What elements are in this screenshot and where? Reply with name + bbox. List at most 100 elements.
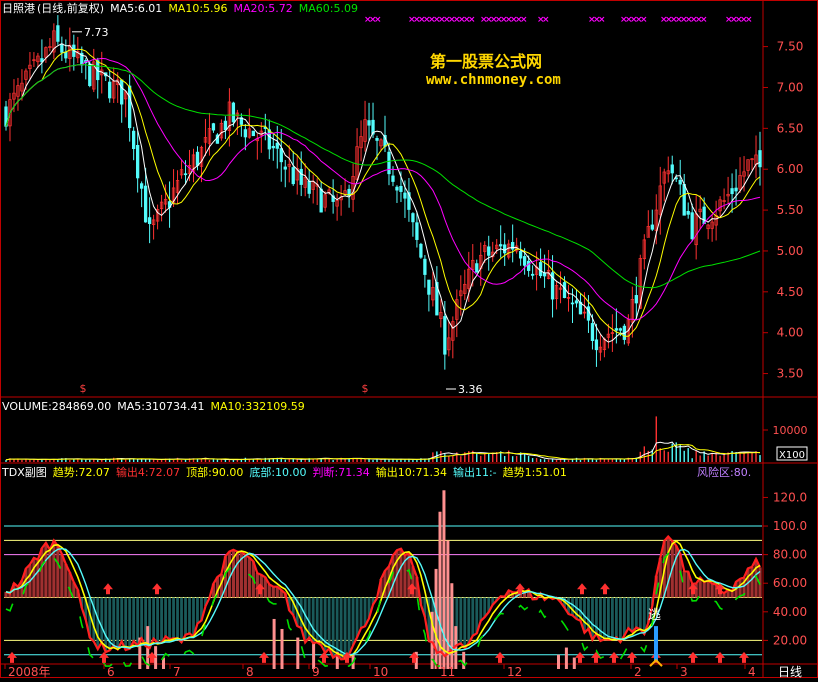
candle-body (88, 63, 92, 87)
candle-body (403, 192, 407, 199)
candle-body (570, 302, 575, 305)
buy-arrow-icon (627, 651, 637, 663)
period-label: 日线 (778, 665, 802, 678)
buy-arrow-icon (688, 651, 698, 663)
indicator-tick-label: 40.00 (773, 605, 807, 619)
ma5-line (5, 43, 761, 343)
candle-body (634, 295, 638, 304)
risk-zone-label: 风险区:80. (697, 466, 752, 479)
candle-body (375, 137, 379, 141)
ma60-line (5, 64, 761, 289)
low-price-label: 3.36 (458, 383, 483, 396)
volume-ma5: MA5:310734.41 (117, 400, 205, 413)
indicator-tick-label: 120.0 (773, 490, 807, 504)
event-dollar-icon: $ (80, 382, 87, 395)
signal-cross-icon: × (542, 15, 550, 25)
candle-body (231, 102, 236, 123)
candle-body (128, 85, 132, 129)
signal-cross-icon: × (598, 15, 606, 25)
ma10-value: MA10:5.96 (168, 2, 228, 15)
candle-body (223, 120, 228, 131)
buy-arrow-icon (600, 583, 610, 595)
signal-cross-icon: × (374, 15, 382, 25)
candle-body (243, 129, 248, 138)
candle-body (132, 130, 136, 150)
ma20-value: MA20:5.72 (233, 2, 293, 15)
signal-markers: ××× ××××××××××××× ××××××××× ×× ××× ××××× ×××××… (364, 15, 753, 25)
candle-body (427, 279, 431, 295)
pink-spike (564, 647, 568, 669)
indicator-top: 顶部:90.00 (186, 466, 244, 479)
volume-value: VOLUME:284869.00 (2, 400, 112, 413)
candle-body (499, 244, 503, 247)
buy-arrow-icon (739, 651, 749, 663)
volume-unit-label: X100 (779, 450, 805, 461)
signal-cross-icon: × (745, 15, 753, 25)
ma20-line (5, 57, 761, 321)
signal-cross-icon: × (640, 15, 648, 25)
candle-body (275, 142, 279, 149)
candle-body (419, 243, 423, 258)
watermark: 第一股票公式网 www.chnmoney.com (426, 48, 561, 88)
candle-body (522, 256, 527, 266)
price-tick-label: 6.50 (777, 121, 804, 135)
indicator-tick-label: 60.00 (773, 576, 807, 590)
candle-body (147, 217, 152, 224)
candle-body (251, 130, 255, 137)
volume-ma10: MA10:332109.59 (210, 400, 305, 413)
signal-cross-icon: × (520, 15, 528, 25)
buy-arrow-icon (259, 651, 269, 663)
indicator-name: TDX副图 (2, 466, 47, 479)
candle-body (518, 251, 523, 259)
candle-body (590, 323, 595, 342)
volume-tick-label: 10000 (773, 424, 808, 437)
xaxis-label: 9 (312, 665, 320, 678)
main-chart-legend: 日照港 (日线,前复权) MA5:6.01 MA10:5.96 MA20:5.72 MA6… (2, 1, 364, 17)
pink-spike (296, 637, 300, 669)
xaxis-label: 2 (634, 665, 642, 678)
candle-body (690, 212, 694, 240)
candle-body (530, 273, 535, 276)
candle-body (702, 206, 706, 225)
candle-body (614, 328, 619, 331)
signal-cross-icon: × (468, 15, 476, 25)
buy-arrow-icon (715, 651, 725, 663)
pink-spike (434, 568, 438, 669)
buy-arrow-icon (577, 583, 587, 595)
xaxis-label: 12 (507, 665, 522, 678)
stock-chart-canvas[interactable]: 7.50 7.00 6.50 6.00 5.50 5.00 4.50 4.00 3.50 7.73… (0, 0, 818, 679)
candle-body (682, 183, 686, 216)
volume-ma5-line (5, 441, 761, 461)
candle-body (299, 168, 303, 185)
pink-spike (557, 654, 560, 669)
trend-cyan-line (5, 547, 761, 656)
pink-spike (442, 490, 446, 669)
candle-body (526, 260, 531, 271)
candle-body (618, 328, 623, 331)
candle-body (64, 51, 68, 59)
buy-arrow-icon (99, 651, 109, 663)
candle-body (686, 211, 690, 215)
xaxis-label: 10 (373, 665, 388, 678)
xaxis-label: 8 (246, 665, 254, 678)
candle-body (211, 123, 216, 131)
volume-bars (5, 416, 761, 462)
ma60-value: MA60:5.09 (298, 2, 358, 15)
indicator-out4: 输出4:72.07 (115, 466, 181, 479)
pink-histogram (138, 490, 576, 669)
buy-arrow-icon (495, 651, 505, 663)
xaxis-label: 3 (680, 665, 688, 678)
candle-body (183, 173, 188, 176)
high-price-label: 7.73 (84, 26, 109, 39)
indicator-bottom: 底部:10.00 (249, 466, 307, 479)
candle-body (367, 120, 371, 126)
candle-body (443, 316, 447, 355)
buy-arrow-icon (609, 651, 619, 663)
ma5-value: MA5:6.01 (110, 2, 163, 15)
candle-body (487, 246, 491, 256)
watermark-title: 第一股票公式网 (430, 52, 543, 71)
candle-body (291, 167, 295, 185)
indicator-tick-label: 80.00 (773, 548, 807, 562)
pink-spike (572, 657, 576, 669)
candle-body (195, 151, 200, 166)
